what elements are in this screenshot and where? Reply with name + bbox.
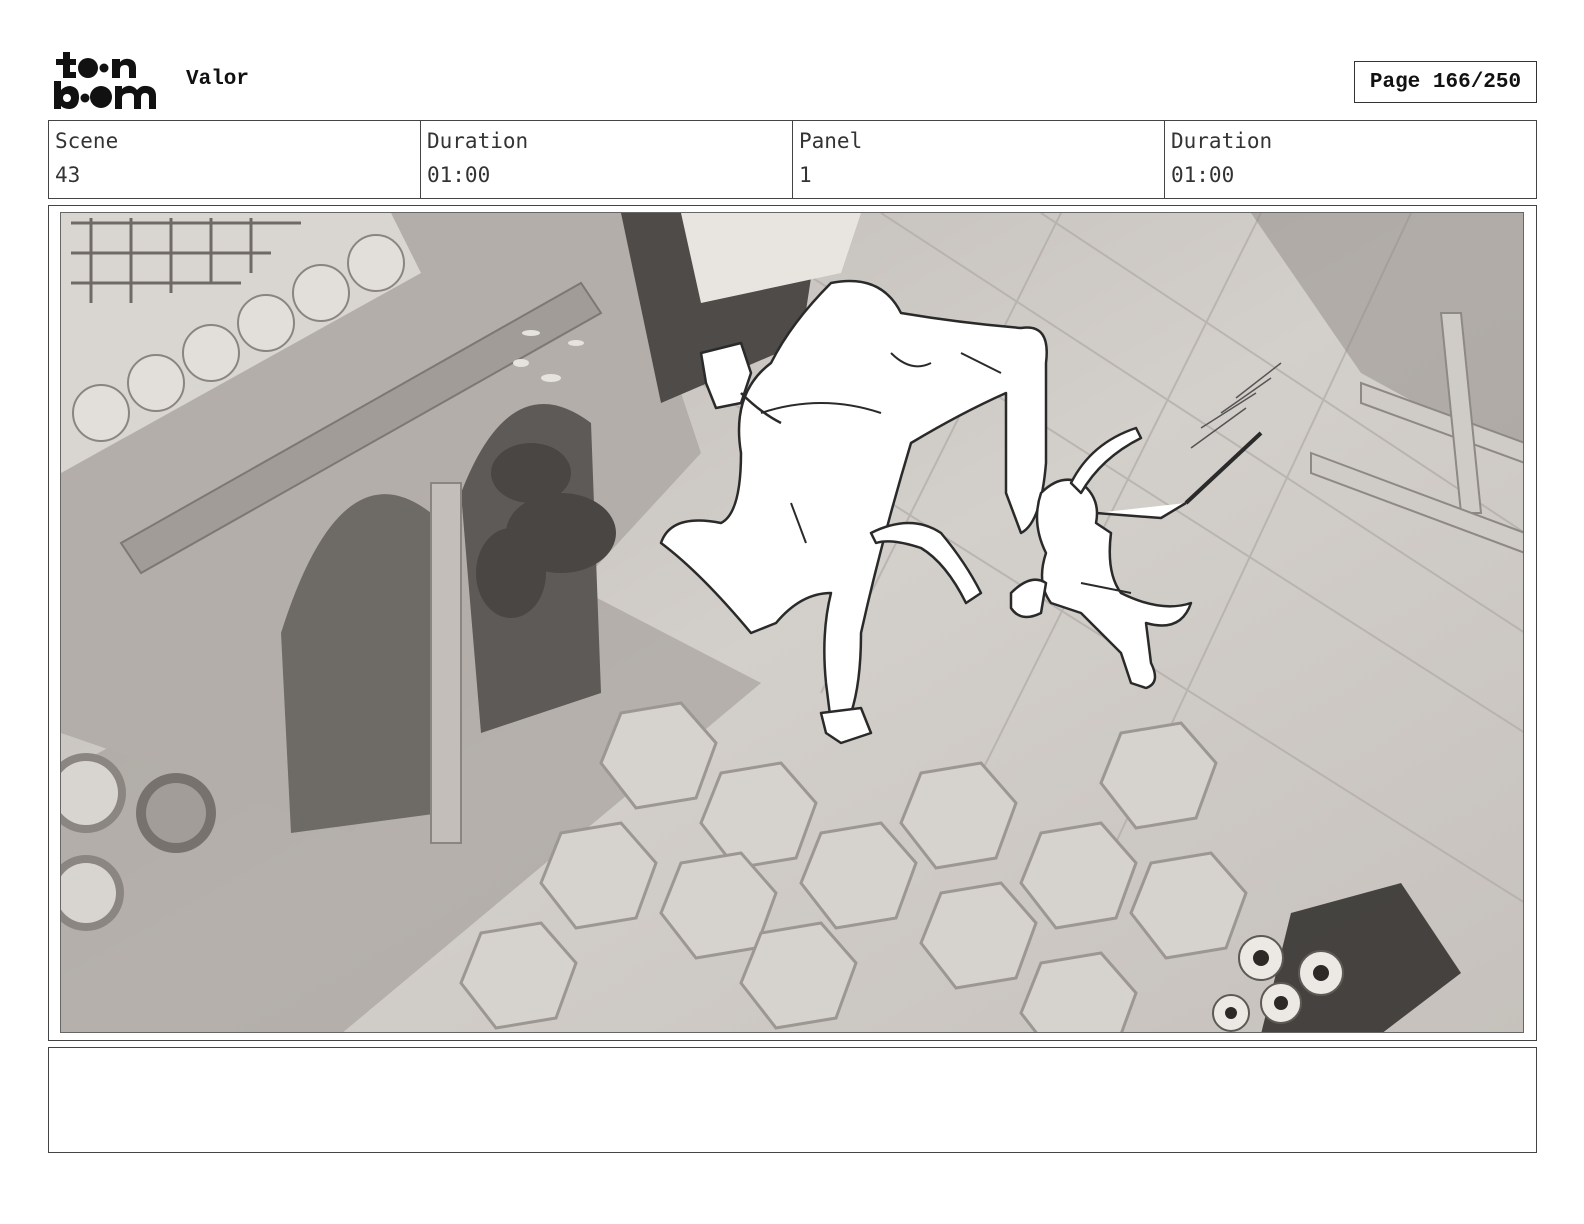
panel-cell: Panel 1 [793,121,1165,198]
page-number: Page 166/250 [1354,61,1537,103]
panel-duration-label: Duration [1171,129,1273,153]
toon-boom-logo-icon [52,50,164,112]
scene-duration-cell: Duration 01:00 [421,121,793,198]
panel-value: 1 [799,163,812,187]
panel-duration-value: 01:00 [1171,163,1235,187]
scene-label: Scene [55,129,119,153]
scene-info-table: Scene 43 Duration 01:00 Panel 1 Duration… [48,120,1537,199]
panel-duration-cell: Duration 01:00 [1165,121,1536,198]
project-title: Valor [186,68,250,91]
scene-value: 43 [55,163,81,187]
storyboard-panel-image [60,212,1524,1033]
panel-label: Panel [799,129,863,153]
scene-duration-value: 01:00 [427,163,491,187]
panel-frame [48,205,1537,1041]
scene-cell: Scene 43 [49,121,421,198]
scene-duration-label: Duration [427,129,529,153]
page-number-label: Page 166/250 [1369,70,1522,94]
panel-notes-box [48,1047,1537,1153]
